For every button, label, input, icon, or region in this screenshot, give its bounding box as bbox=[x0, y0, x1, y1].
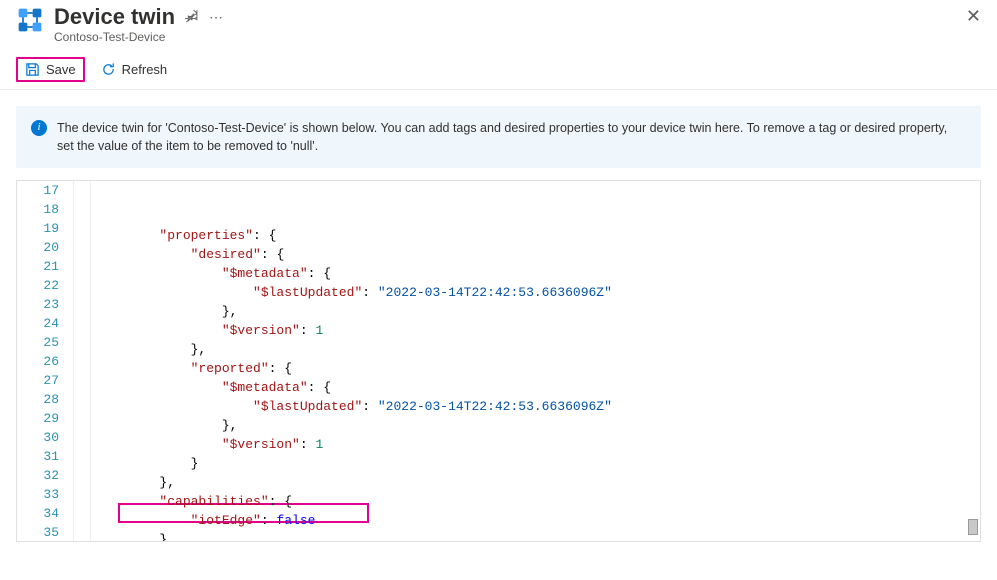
save-button[interactable]: Save bbox=[16, 57, 85, 82]
more-icon[interactable]: ⋯ bbox=[209, 9, 223, 26]
code-line[interactable]: "$lastUpdated": "2022-03-14T22:42:53.663… bbox=[97, 283, 980, 302]
code-line[interactable]: "$metadata": { bbox=[97, 264, 980, 283]
code-line[interactable]: "properties": { bbox=[97, 226, 980, 245]
close-icon[interactable]: ✕ bbox=[966, 6, 981, 27]
json-editor[interactable]: 17181920212223242526272829303132333435 "… bbox=[16, 180, 981, 542]
code-line[interactable]: "capabilities": { bbox=[97, 492, 980, 511]
code-line[interactable]: "$metadata": { bbox=[97, 378, 980, 397]
code-line[interactable]: }, bbox=[97, 340, 980, 359]
info-text: The device twin for 'Contoso-Test-Device… bbox=[57, 119, 966, 155]
code-line[interactable]: "reported": { bbox=[97, 359, 980, 378]
info-banner: i The device twin for 'Contoso-Test-Devi… bbox=[16, 106, 981, 168]
line-gutter: 17181920212223242526272829303132333435 bbox=[17, 181, 73, 541]
refresh-button[interactable]: Refresh bbox=[91, 56, 178, 83]
refresh-icon bbox=[101, 62, 116, 77]
save-label: Save bbox=[46, 62, 76, 77]
code-line[interactable]: }, bbox=[97, 416, 980, 435]
code-line[interactable]: "$lastUpdated": "2022-03-14T22:42:53.663… bbox=[97, 397, 980, 416]
page-subtitle: Contoso-Test-Device bbox=[54, 30, 981, 44]
resource-icon bbox=[16, 6, 44, 34]
code-line[interactable]: "iotEdge": false bbox=[97, 511, 980, 530]
scroll-thumb[interactable] bbox=[968, 519, 978, 535]
code-area[interactable]: "properties": { "desired": { "$metadata"… bbox=[91, 181, 980, 541]
code-line[interactable]: }, bbox=[97, 473, 980, 492]
command-bar: Save Refresh bbox=[0, 52, 997, 90]
save-icon bbox=[25, 62, 40, 77]
code-line[interactable]: } bbox=[97, 454, 980, 473]
info-icon: i bbox=[31, 120, 47, 136]
code-line[interactable]: }, bbox=[97, 302, 980, 321]
code-line[interactable]: } bbox=[97, 530, 980, 542]
page-title: Device twin bbox=[54, 4, 175, 30]
code-line[interactable]: "$version": 1 bbox=[97, 435, 980, 454]
refresh-label: Refresh bbox=[122, 62, 168, 77]
blade-header: Device twin ⋯ Contoso-Test-Device ✕ bbox=[0, 0, 997, 52]
fold-strip bbox=[73, 181, 91, 541]
code-line[interactable]: "desired": { bbox=[97, 245, 980, 264]
code-line[interactable]: "$version": 1 bbox=[97, 321, 980, 340]
pin-icon[interactable] bbox=[185, 9, 199, 26]
